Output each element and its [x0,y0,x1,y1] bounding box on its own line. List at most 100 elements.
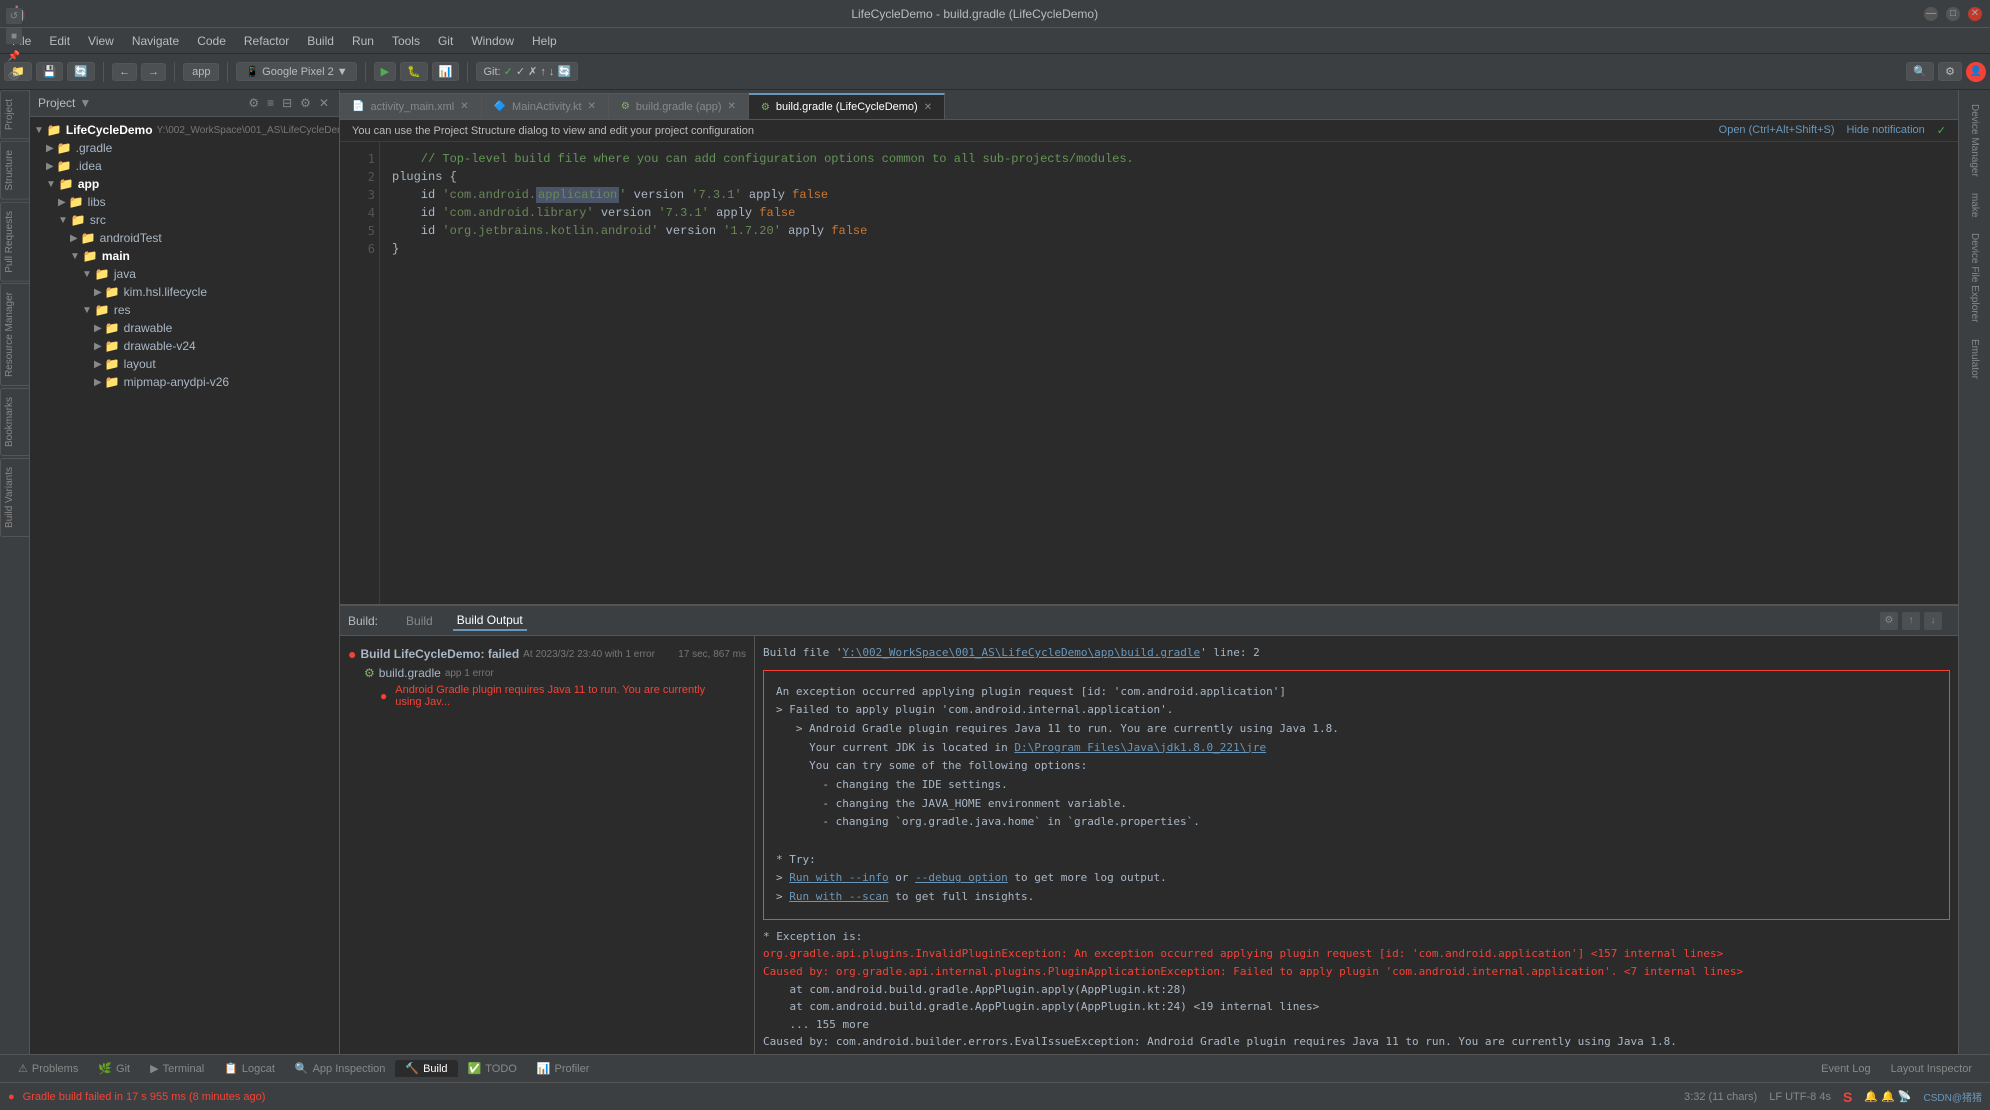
tree-res-item[interactable]: ▼ 📁 res [30,301,339,319]
project-selector[interactable]: app [183,63,219,81]
hide-notification-link[interactable]: Hide notification [1847,124,1925,137]
build-file-label: build.gradle [379,666,441,680]
jdk-path-link[interactable]: D:\Program Files\Java\jdk1.8.0_221\jre [1014,741,1266,754]
tab-project[interactable]: Project [0,90,29,139]
tree-drawable-item[interactable]: ▶ 📁 drawable [30,319,339,337]
bottom-tab-todo[interactable]: ✅ TODO [458,1060,527,1077]
toolbar-sync[interactable]: 🔄 [67,62,95,81]
make-tab[interactable]: make [1967,187,1982,223]
menu-git[interactable]: Git [430,32,461,50]
bottom-tab-git[interactable]: 🌿 Git [88,1060,140,1077]
search-button[interactable]: 🔍 [1906,62,1934,81]
menu-build[interactable]: Build [299,32,342,50]
toolbar-git[interactable]: Git: ✓ ✓ ✗ ↑ ↓ 🔄 [476,62,578,81]
tab-build-gradle-app-close[interactable]: ✕ [728,101,736,112]
tree-java-item[interactable]: ▼ 📁 java [30,265,339,283]
menu-tools[interactable]: Tools [384,32,428,50]
tab-build-gradle-close[interactable]: ✕ [924,102,932,113]
build-settings-btn[interactable]: ⚙ [1880,612,1898,630]
menu-edit[interactable]: Edit [41,32,78,50]
bottom-tab-build[interactable]: 🔨 Build [395,1060,457,1077]
menu-navigate[interactable]: Navigate [124,32,187,50]
tree-mipmap-item[interactable]: ▶ 📁 mipmap-anydpi-v26 [30,373,339,391]
sort-icon[interactable]: ≡ [265,94,276,112]
tab-resource-manager[interactable]: Resource Manager [0,283,29,386]
run-scan-link[interactable]: Run with --scan [789,890,888,903]
bottom-tab-event-log[interactable]: Event Log [1811,1061,1881,1077]
tree-main-item[interactable]: ▼ 📁 main [30,247,339,265]
profile-button[interactable]: 📊 [432,62,460,81]
gear-icon[interactable]: ⚙ [246,94,261,112]
build-scroll-up-btn[interactable]: ↑ [1902,612,1920,630]
project-dropdown-arrow[interactable]: ▼ [79,96,91,110]
menu-view[interactable]: View [80,32,122,50]
tree-idea-icon: 📁 [57,159,72,173]
minimize-button[interactable]: — [1924,7,1938,21]
build-scroll-down-btn[interactable]: ↓ [1924,612,1942,630]
run-button[interactable]: ▶ [374,62,396,81]
tab-mainactivity-kt[interactable]: 🔷 MainActivity.kt ✕ [482,93,609,119]
bottom-tab-logcat[interactable]: 📋 Logcat [214,1060,285,1077]
tree-app-item[interactable]: ▼ 📁 app [30,175,339,193]
bottom-tab-terminal[interactable]: ▶ Terminal [140,1060,214,1077]
menu-help[interactable]: Help [524,32,565,50]
build-tree-content: ● Build LifeCycleDemo: failed At 2023/3/… [340,640,754,714]
menu-run[interactable]: Run [344,32,382,50]
tab-mainactivity-close[interactable]: ✕ [588,101,596,112]
tree-androidtest-item[interactable]: ▶ 📁 androidTest [30,229,339,247]
tree-idea-arrow: ▶ [46,161,54,172]
build-sync-row: ● Build LifeCycleDemo: failed At 2023/3/… [348,644,746,664]
toolbar-forward[interactable]: → [141,63,166,81]
settings-icon[interactable]: ⚙ [298,94,313,112]
device-file-explorer-tab[interactable]: Device File Explorer [1967,227,1982,328]
tree-layout-item[interactable]: ▶ 📁 layout [30,355,339,373]
expand-icon[interactable]: ⊟ [280,94,294,112]
user-avatar[interactable]: 👤 [1966,62,1986,82]
tab-activity-main-close[interactable]: ✕ [460,101,468,112]
tree-libs-item[interactable]: ▶ 📁 libs [30,193,339,211]
toolbar-save[interactable]: 💾 [36,62,64,81]
tab-bookmarks[interactable]: Bookmarks [0,388,29,456]
close-panel-icon[interactable]: ✕ [317,94,331,112]
build-output[interactable]: Build file 'Y:\002_WorkSpace\001_AS\Life… [755,636,1958,1054]
build-file-row[interactable]: ⚙ build.gradle app 1 error [348,664,746,682]
tree-drawable-v24-item[interactable]: ▶ 📁 drawable-v24 [30,337,339,355]
menu-window[interactable]: Window [463,32,522,50]
code-editor[interactable]: // Top-level build file where you can ad… [380,142,1958,604]
bottom-tab-app-inspection[interactable]: 🔍 App Inspection [285,1060,395,1077]
open-project-structure-link[interactable]: Open (Ctrl+Alt+Shift+S) [1719,124,1835,137]
tree-gradle-item[interactable]: ▶ 📁 .gradle [30,139,339,157]
run-info-link[interactable]: Run with --info [789,871,888,884]
build-title-label[interactable]: Build LifeCycleDemo: failed [360,647,519,661]
menu-code[interactable]: Code [189,32,234,50]
build-error-row[interactable]: ● Android Gradle plugin requires Java 11… [348,682,746,710]
tab-build-gradle-app[interactable]: ⚙ build.gradle (app) ✕ [609,93,749,119]
bottom-tab-problems[interactable]: ⚠ Problems [8,1060,88,1077]
emulator-tab[interactable]: Emulator [1967,333,1982,385]
device-manager-tab[interactable]: Device Manager [1967,98,1982,183]
device-selector[interactable]: 📱 Google Pixel 2 ▼ [236,62,356,81]
error-line-3: > Android Gradle plugin requires Java 11… [776,720,1937,739]
bottom-tab-layout-inspector[interactable]: Layout Inspector [1881,1061,1982,1077]
tree-idea-item[interactable]: ▶ 📁 .idea [30,157,339,175]
tree-src-item[interactable]: ▼ 📁 src [30,211,339,229]
menu-refactor[interactable]: Refactor [236,32,297,50]
close-button[interactable]: ✕ [1968,7,1982,21]
debug-option-link[interactable]: --debug option [915,871,1008,884]
bottom-tab-profiler[interactable]: 📊 Profiler [527,1060,600,1077]
tab-build-gradle-lifecycledemo[interactable]: ⚙ build.gradle (LifeCycleDemo) ✕ [749,93,945,119]
toolbar-back[interactable]: ← [112,63,137,81]
tab-activity-main-xml[interactable]: 📄 activity_main.xml ✕ [340,93,482,119]
jdk-path-link-2[interactable]: D:\Program Files\Java\jdk1.8.0_221\jre [968,1053,1220,1054]
tree-root-item[interactable]: ▼ 📁 LifeCycleDemo Y:\002_WorkSpace\001_A… [30,121,339,139]
settings-button[interactable]: ⚙ [1938,62,1962,81]
tab-structure[interactable]: Structure [0,141,29,200]
tab-build-variants[interactable]: Build Variants [0,458,29,537]
maximize-button[interactable]: □ [1946,7,1960,21]
build-tab-output[interactable]: Build Output [453,611,527,631]
tree-package-item[interactable]: ▶ 📁 kim.hsl.lifecycle [30,283,339,301]
tab-pull-requests[interactable]: Pull Requests [0,202,29,282]
build-file-path-link[interactable]: Y:\002_WorkSpace\001_AS\LifeCycleDemo\ap… [842,646,1200,659]
build-tab-build[interactable]: Build [402,612,437,630]
debug-button[interactable]: 🐛 [400,62,428,81]
